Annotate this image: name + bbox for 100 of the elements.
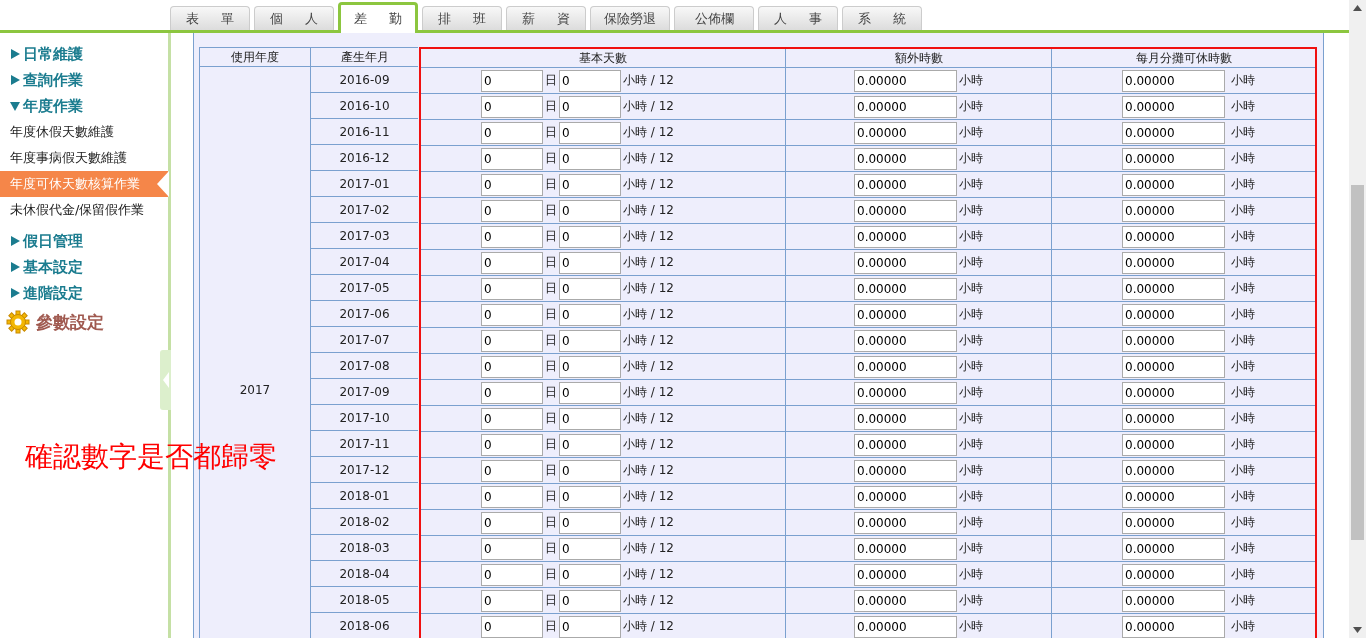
extra-hours-field[interactable]: 0.00000 (854, 563, 957, 586)
collapse-handle[interactable] (160, 350, 171, 410)
monthly-hours-field[interactable]: 0.00000 (1122, 121, 1225, 144)
days-field[interactable]: 0 (481, 589, 543, 612)
monthly-hours-field[interactable]: 0.00000 (1122, 589, 1225, 612)
extra-hours-field[interactable]: 0.00000 (854, 199, 957, 222)
extra-hours-field[interactable]: 0.00000 (854, 303, 957, 326)
hours-field[interactable]: 0 (559, 407, 621, 430)
nav-tab[interactable]: 表 單 (170, 6, 250, 30)
hours-field[interactable]: 0 (559, 199, 621, 222)
menu-item[interactable]: 年度休假天數維護 (0, 119, 168, 145)
hours-field[interactable]: 0 (559, 173, 621, 196)
monthly-hours-field[interactable]: 0.00000 (1122, 251, 1225, 274)
days-field[interactable]: 0 (481, 511, 543, 534)
days-field[interactable]: 0 (481, 69, 543, 92)
menu-section[interactable]: 年度作業 (0, 93, 168, 119)
days-field[interactable]: 0 (481, 485, 543, 508)
extra-hours-field[interactable]: 0.00000 (854, 433, 957, 456)
extra-hours-field[interactable]: 0.00000 (854, 147, 957, 170)
menu-section[interactable]: 進階設定 (0, 280, 168, 306)
menu-section[interactable]: 日常維護 (0, 41, 168, 67)
hours-field[interactable]: 0 (559, 95, 621, 118)
hours-field[interactable]: 0 (559, 459, 621, 482)
hours-field[interactable]: 0 (559, 121, 621, 144)
monthly-hours-field[interactable]: 0.00000 (1122, 225, 1225, 248)
extra-hours-field[interactable]: 0.00000 (854, 251, 957, 274)
monthly-hours-field[interactable]: 0.00000 (1122, 615, 1225, 638)
hours-field[interactable]: 0 (559, 485, 621, 508)
extra-hours-field[interactable]: 0.00000 (854, 459, 957, 482)
hours-field[interactable]: 0 (559, 537, 621, 560)
days-field[interactable]: 0 (481, 381, 543, 404)
scroll-down-arrow-icon[interactable] (1353, 627, 1362, 633)
extra-hours-field[interactable]: 0.00000 (854, 537, 957, 560)
nav-tab[interactable]: 公佈欄 (674, 6, 754, 30)
nav-tab[interactable]: 個 人 (254, 6, 334, 30)
nav-tab[interactable]: 系 統 (842, 6, 922, 30)
scrollbar[interactable] (1349, 0, 1366, 638)
days-field[interactable]: 0 (481, 407, 543, 430)
hours-field[interactable]: 0 (559, 563, 621, 586)
monthly-hours-field[interactable]: 0.00000 (1122, 277, 1225, 300)
monthly-hours-field[interactable]: 0.00000 (1122, 433, 1225, 456)
hours-field[interactable]: 0 (559, 329, 621, 352)
monthly-hours-field[interactable]: 0.00000 (1122, 147, 1225, 170)
monthly-hours-field[interactable]: 0.00000 (1122, 511, 1225, 534)
monthly-hours-field[interactable]: 0.00000 (1122, 537, 1225, 560)
menu-section[interactable]: 假日管理 (0, 228, 168, 254)
hours-field[interactable]: 0 (559, 355, 621, 378)
days-field[interactable]: 0 (481, 329, 543, 352)
days-field[interactable]: 0 (481, 199, 543, 222)
extra-hours-field[interactable]: 0.00000 (854, 355, 957, 378)
days-field[interactable]: 0 (481, 173, 543, 196)
days-field[interactable]: 0 (481, 147, 543, 170)
extra-hours-field[interactable]: 0.00000 (854, 615, 957, 638)
monthly-hours-field[interactable]: 0.00000 (1122, 485, 1225, 508)
hours-field[interactable]: 0 (559, 589, 621, 612)
monthly-hours-field[interactable]: 0.00000 (1122, 355, 1225, 378)
nav-tab[interactable]: 差 勤 (338, 2, 418, 33)
days-field[interactable]: 0 (481, 95, 543, 118)
days-field[interactable]: 0 (481, 433, 543, 456)
hours-field[interactable]: 0 (559, 615, 621, 638)
hours-field[interactable]: 0 (559, 147, 621, 170)
hours-field[interactable]: 0 (559, 277, 621, 300)
nav-tab[interactable]: 薪 資 (506, 6, 586, 30)
hours-field[interactable]: 0 (559, 433, 621, 456)
nav-tab[interactable]: 排 班 (422, 6, 502, 30)
days-field[interactable]: 0 (481, 251, 543, 274)
extra-hours-field[interactable]: 0.00000 (854, 589, 957, 612)
monthly-hours-field[interactable]: 0.00000 (1122, 459, 1225, 482)
days-field[interactable]: 0 (481, 563, 543, 586)
hours-field[interactable]: 0 (559, 69, 621, 92)
days-field[interactable]: 0 (481, 225, 543, 248)
days-field[interactable]: 0 (481, 615, 543, 638)
monthly-hours-field[interactable]: 0.00000 (1122, 199, 1225, 222)
scroll-up-arrow-icon[interactable] (1353, 5, 1362, 11)
extra-hours-field[interactable]: 0.00000 (854, 329, 957, 352)
hours-field[interactable]: 0 (559, 225, 621, 248)
monthly-hours-field[interactable]: 0.00000 (1122, 563, 1225, 586)
extra-hours-field[interactable]: 0.00000 (854, 173, 957, 196)
monthly-hours-field[interactable]: 0.00000 (1122, 69, 1225, 92)
days-field[interactable]: 0 (481, 303, 543, 326)
days-field[interactable]: 0 (481, 537, 543, 560)
extra-hours-field[interactable]: 0.00000 (854, 277, 957, 300)
menu-item[interactable]: 未休假代金/保留假作業 (0, 197, 168, 223)
monthly-hours-field[interactable]: 0.00000 (1122, 407, 1225, 430)
extra-hours-field[interactable]: 0.00000 (854, 95, 957, 118)
nav-tab[interactable]: 保險勞退 (590, 6, 670, 30)
menu-section[interactable]: 參數設定 (0, 306, 168, 338)
monthly-hours-field[interactable]: 0.00000 (1122, 381, 1225, 404)
extra-hours-field[interactable]: 0.00000 (854, 69, 957, 92)
menu-section[interactable]: 查詢作業 (0, 67, 168, 93)
hours-field[interactable]: 0 (559, 251, 621, 274)
hours-field[interactable]: 0 (559, 303, 621, 326)
monthly-hours-field[interactable]: 0.00000 (1122, 329, 1225, 352)
monthly-hours-field[interactable]: 0.00000 (1122, 303, 1225, 326)
extra-hours-field[interactable]: 0.00000 (854, 225, 957, 248)
menu-item[interactable]: 年度事病假天數維護 (0, 145, 168, 171)
extra-hours-field[interactable]: 0.00000 (854, 511, 957, 534)
extra-hours-field[interactable]: 0.00000 (854, 121, 957, 144)
hours-field[interactable]: 0 (559, 381, 621, 404)
days-field[interactable]: 0 (481, 459, 543, 482)
